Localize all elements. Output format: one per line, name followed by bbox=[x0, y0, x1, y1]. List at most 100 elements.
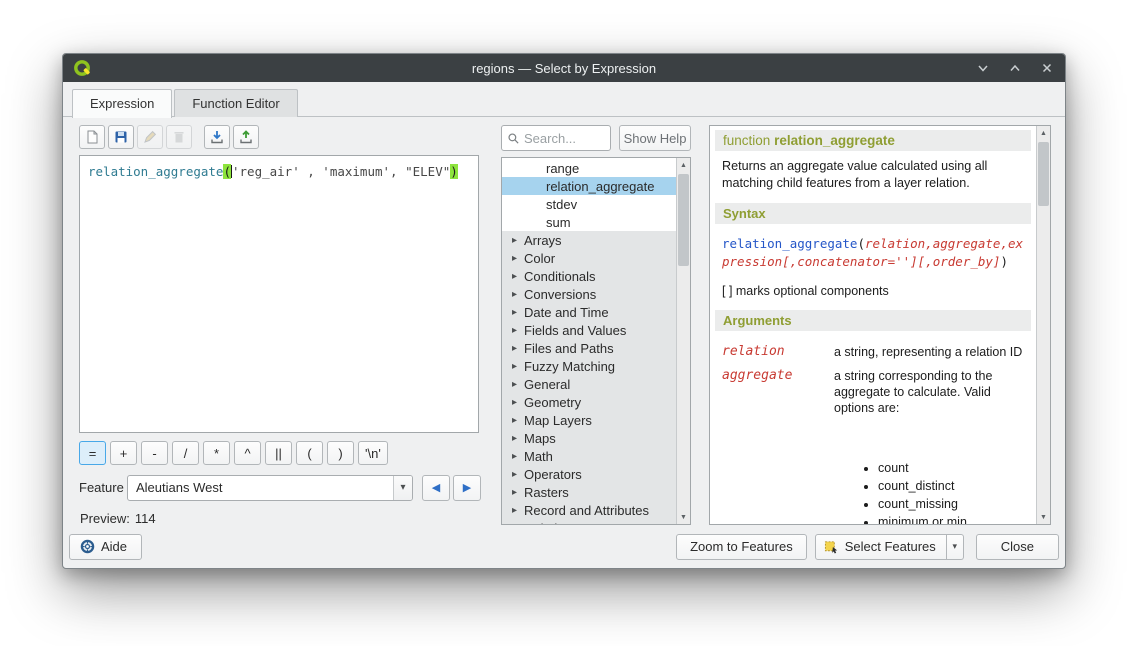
function-group-conditionals[interactable]: ▸Conditionals bbox=[502, 267, 676, 285]
tab-bar: Expression Function Editor bbox=[63, 82, 1065, 117]
tab-expression[interactable]: Expression bbox=[72, 89, 172, 118]
operator-close-paren-button[interactable]: ) bbox=[327, 441, 354, 465]
function-group-math[interactable]: ▸Math bbox=[502, 447, 676, 465]
expander-icon[interactable]: ▸ bbox=[512, 469, 524, 480]
expander-icon[interactable]: ▸ bbox=[512, 361, 524, 372]
import-expressions-button[interactable] bbox=[204, 125, 230, 149]
operator-divide-button[interactable]: / bbox=[172, 441, 199, 465]
aggregate-options-list: count count_distinct count_missing minim… bbox=[864, 460, 1024, 524]
maximize-window-icon[interactable] bbox=[1007, 60, 1023, 76]
argument-name: relation bbox=[722, 344, 826, 360]
function-group-fields-and-values[interactable]: ▸Fields and Values bbox=[502, 321, 676, 339]
combobox-dropdown-icon[interactable]: ▾ bbox=[393, 476, 412, 500]
feature-row: Feature Aleutians West ▾ ◀ ▶ bbox=[79, 474, 481, 501]
zoom-to-features-button[interactable]: Zoom to Features bbox=[676, 534, 807, 560]
expander-icon[interactable]: ▸ bbox=[512, 433, 524, 444]
expander-icon[interactable]: ▸ bbox=[512, 397, 524, 408]
scroll-up-icon[interactable]: ▲ bbox=[1037, 126, 1050, 140]
shade-window-icon[interactable] bbox=[975, 60, 991, 76]
qgis-logo-icon bbox=[73, 59, 92, 78]
function-item-relation-aggregate[interactable]: relation_aggregate bbox=[502, 177, 676, 195]
operator-multiply-button[interactable]: * bbox=[203, 441, 230, 465]
operator-minus-button[interactable]: - bbox=[141, 441, 168, 465]
expander-icon[interactable]: ▸ bbox=[512, 415, 524, 426]
close-window-icon[interactable] bbox=[1039, 60, 1055, 76]
feature-combobox[interactable]: Aleutians West ▾ bbox=[127, 475, 413, 501]
preview-line: Preview:114 bbox=[80, 511, 156, 526]
titlebar[interactable]: regions — Select by Expression bbox=[63, 54, 1065, 82]
window-controls bbox=[975, 60, 1055, 76]
operator-concat-button[interactable]: || bbox=[265, 441, 292, 465]
help-panel-scrollbar[interactable]: ▲ ▼ bbox=[1036, 126, 1050, 524]
dialog-footer: Aide Zoom to Features Select Features ▾ … bbox=[69, 533, 1059, 560]
operator-equals-button[interactable]: = bbox=[79, 441, 106, 465]
function-group-maps[interactable]: ▸Maps bbox=[502, 429, 676, 447]
function-item-stdev[interactable]: stdev bbox=[502, 195, 676, 213]
operator-plus-button[interactable]: + bbox=[110, 441, 137, 465]
help-content: function relation_aggregate Returns an a… bbox=[710, 126, 1036, 524]
expander-icon[interactable]: ▸ bbox=[512, 379, 524, 390]
function-group-relations[interactable]: ▸Relations bbox=[502, 519, 676, 525]
function-search-box[interactable] bbox=[501, 125, 611, 151]
select-features-label: Select Features bbox=[845, 539, 936, 554]
select-features-dropdown-button[interactable]: ▾ bbox=[947, 534, 964, 560]
expression-editor[interactable]: relation_aggregate('reg_air' , 'maximum'… bbox=[79, 155, 479, 433]
function-group-operators[interactable]: ▸Operators bbox=[502, 465, 676, 483]
preview-label: Preview: bbox=[80, 511, 130, 526]
help-button[interactable]: Aide bbox=[69, 534, 142, 560]
operator-power-button[interactable]: ^ bbox=[234, 441, 261, 465]
expression-close-paren-token: ) bbox=[450, 164, 458, 179]
scrollbar-thumb[interactable] bbox=[1038, 142, 1049, 206]
function-group-general[interactable]: ▸General bbox=[502, 375, 676, 393]
expander-icon[interactable]: ▸ bbox=[512, 253, 524, 264]
scroll-down-icon[interactable]: ▼ bbox=[1037, 510, 1050, 524]
delete-expression-button[interactable] bbox=[166, 125, 192, 149]
function-group-conversions[interactable]: ▸Conversions bbox=[502, 285, 676, 303]
save-expression-button[interactable] bbox=[108, 125, 134, 149]
select-features-button[interactable]: Select Features bbox=[815, 534, 947, 560]
next-feature-button[interactable]: ▶ bbox=[453, 475, 481, 501]
expander-icon[interactable]: ▸ bbox=[512, 235, 524, 246]
close-button[interactable]: Close bbox=[976, 534, 1059, 560]
function-group-arrays[interactable]: ▸Arrays bbox=[502, 231, 676, 249]
function-group-geometry[interactable]: ▸Geometry bbox=[502, 393, 676, 411]
new-expression-button[interactable] bbox=[79, 125, 105, 149]
expander-icon[interactable]: ▸ bbox=[512, 289, 524, 300]
function-item-range[interactable]: range bbox=[502, 159, 676, 177]
expander-icon[interactable]: ▸ bbox=[512, 307, 524, 318]
export-expressions-button[interactable] bbox=[233, 125, 259, 149]
expander-icon[interactable]: ▸ bbox=[512, 523, 524, 526]
expander-icon[interactable]: ▸ bbox=[512, 271, 524, 282]
expander-icon[interactable]: ▸ bbox=[512, 505, 524, 516]
function-group-map-layers[interactable]: ▸Map Layers bbox=[502, 411, 676, 429]
operator-open-paren-button[interactable]: ( bbox=[296, 441, 323, 465]
function-group-color[interactable]: ▸Color bbox=[502, 249, 676, 267]
show-help-button[interactable]: Show Help bbox=[619, 125, 691, 151]
expander-icon[interactable]: ▸ bbox=[512, 487, 524, 498]
arguments-table: relation a string, representing a relati… bbox=[722, 344, 1024, 524]
scrollbar-thumb[interactable] bbox=[678, 174, 689, 266]
scroll-down-icon[interactable]: ▼ bbox=[677, 510, 690, 524]
function-group-record-and-attributes[interactable]: ▸Record and Attributes bbox=[502, 501, 676, 519]
function-item-sum[interactable]: sum bbox=[502, 213, 676, 231]
syntax-heading: Syntax bbox=[715, 203, 1031, 224]
edit-expression-button[interactable] bbox=[137, 125, 163, 149]
expander-icon[interactable]: ▸ bbox=[512, 343, 524, 354]
function-search-row: Show Help bbox=[501, 125, 691, 151]
previous-feature-button[interactable]: ◀ bbox=[422, 475, 450, 501]
aggregate-option: count bbox=[878, 460, 1024, 476]
argument-description: a string, representing a relation ID bbox=[834, 344, 1024, 360]
function-group-fuzzy-matching[interactable]: ▸Fuzzy Matching bbox=[502, 357, 676, 375]
scroll-up-icon[interactable]: ▲ bbox=[677, 158, 690, 172]
function-tree-scrollbar[interactable]: ▲ ▼ bbox=[676, 158, 690, 524]
function-group-date-and-time[interactable]: ▸Date and Time bbox=[502, 303, 676, 321]
expander-icon[interactable]: ▸ bbox=[512, 325, 524, 336]
expander-icon[interactable]: ▸ bbox=[512, 451, 524, 462]
search-input[interactable] bbox=[524, 131, 605, 146]
operator-newline-button[interactable]: '\n' bbox=[358, 441, 388, 465]
help-title-prefix: function bbox=[723, 133, 770, 148]
tab-function-editor[interactable]: Function Editor bbox=[174, 89, 297, 117]
function-group-files-and-paths[interactable]: ▸Files and Paths bbox=[502, 339, 676, 357]
function-group-rasters[interactable]: ▸Rasters bbox=[502, 483, 676, 501]
select-features-split-button: Select Features ▾ bbox=[815, 534, 964, 560]
